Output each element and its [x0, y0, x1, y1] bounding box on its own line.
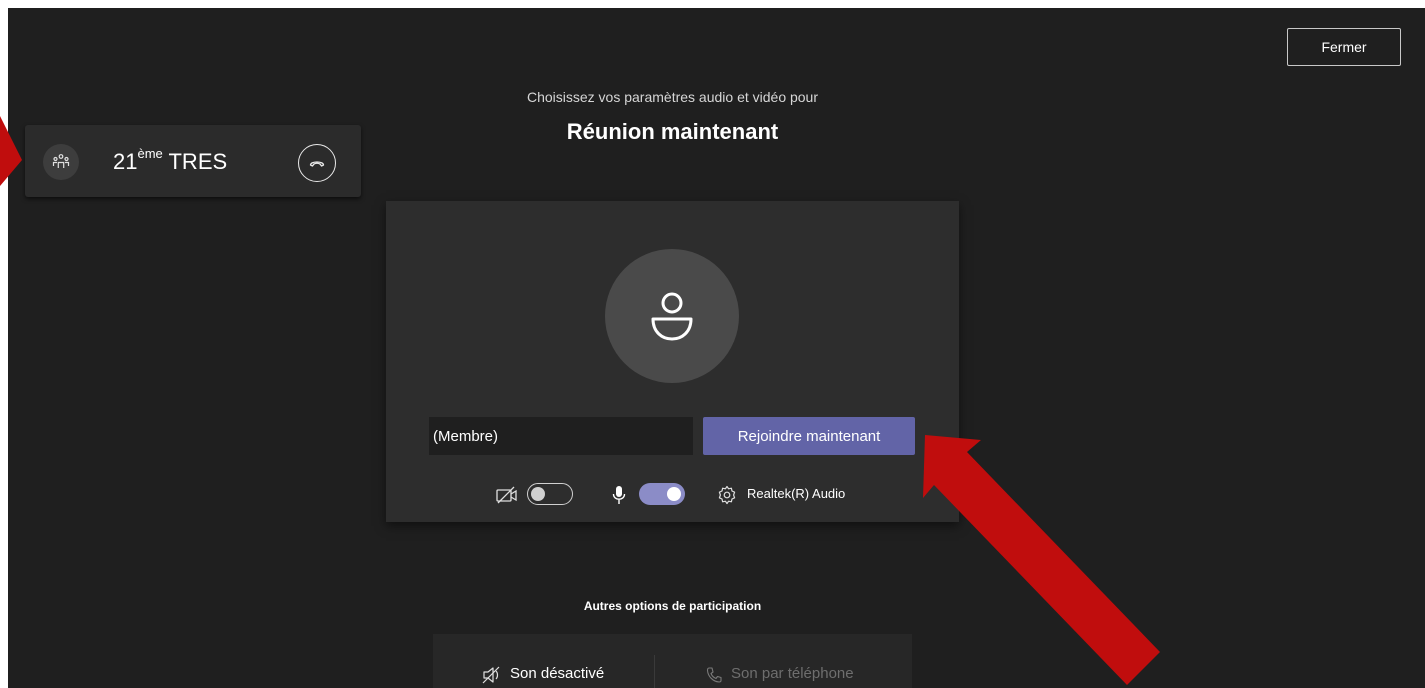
- phone-audio-option: Son par téléphone: [731, 665, 854, 682]
- audio-device-label[interactable]: Realtek(R) Audio: [747, 486, 845, 501]
- hang-up-button[interactable]: [298, 144, 336, 182]
- camera-toggle[interactable]: [527, 483, 573, 505]
- gear-icon[interactable]: [717, 485, 737, 505]
- call-name: 21ème TRES: [113, 146, 228, 174]
- join-now-button[interactable]: Rejoindre maintenant: [703, 417, 915, 455]
- microphone-toggle[interactable]: [639, 483, 685, 505]
- settings-subtitle: Choisissez vos paramètres audio et vidéo…: [526, 89, 819, 105]
- phone-icon: [706, 667, 722, 683]
- active-call-pill[interactable]: 21ème TRES: [25, 125, 361, 197]
- person-icon: [651, 292, 693, 341]
- annotation-arrow-left-icon: [0, 116, 22, 186]
- display-name-input[interactable]: (Membre): [429, 417, 693, 455]
- microphone-icon: [612, 486, 626, 504]
- annotation-arrow-icon: [923, 435, 1160, 685]
- close-button[interactable]: Fermer: [1287, 28, 1401, 66]
- speaker-off-icon: [482, 666, 500, 684]
- people-group-icon: [43, 144, 79, 180]
- sound-off-option[interactable]: Son désactivé: [510, 665, 604, 682]
- options-divider: [654, 655, 655, 688]
- avatar: [605, 249, 739, 383]
- camera-off-icon: [496, 486, 517, 504]
- hang-up-icon: [309, 161, 325, 167]
